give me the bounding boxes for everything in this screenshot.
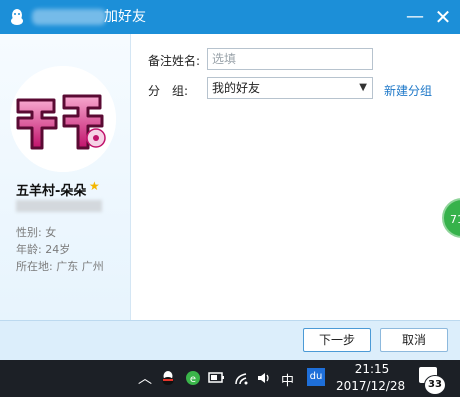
- new-group-link[interactable]: 新建分组: [384, 82, 432, 99]
- clock-date[interactable]: 2017/12/28: [336, 379, 405, 393]
- volume-icon[interactable]: [256, 370, 272, 386]
- side-badge[interactable]: 71: [442, 198, 460, 238]
- blurred-title-part: [32, 9, 106, 25]
- next-button[interactable]: 下一步: [303, 328, 371, 352]
- avatar-image: [10, 66, 116, 172]
- wifi-icon[interactable]: [234, 370, 250, 386]
- gender-info: 性别: 女: [16, 226, 57, 239]
- group-select[interactable]: 我的好友 ▼: [207, 77, 373, 99]
- group-select-value: 我的好友: [212, 81, 261, 95]
- taskbar: ︿ e 中 du 21:15 2017/12/28 33: [0, 360, 460, 397]
- chevron-up-icon[interactable]: ︿: [138, 368, 152, 388]
- notification-count: 33: [424, 375, 446, 395]
- battery-icon[interactable]: [208, 371, 226, 385]
- add-friend-dialog: 加好友 — ✕ 五羊村-朵朵 ★ 性别: 女 年龄: 24岁 所在地: 广东 广…: [0, 0, 460, 361]
- location-info: 所在地: 广东 广州: [16, 260, 104, 273]
- group-label: 分 组:: [148, 84, 189, 98]
- remark-input[interactable]: [207, 48, 373, 70]
- age-info: 年龄: 24岁: [16, 243, 71, 256]
- star-icon: ★: [89, 179, 100, 193]
- baidu-icon[interactable]: du: [307, 368, 325, 386]
- ime-indicator[interactable]: 中: [281, 370, 294, 389]
- titlebar[interactable]: 加好友 — ✕: [0, 0, 460, 34]
- qq-tray-icon[interactable]: [160, 370, 176, 386]
- green-app-icon[interactable]: e: [185, 370, 201, 386]
- close-button[interactable]: ✕: [430, 4, 456, 30]
- remark-label: 备注姓名:: [148, 54, 201, 68]
- minimize-button[interactable]: —: [402, 4, 428, 30]
- clock-time[interactable]: 21:15: [352, 362, 392, 376]
- avatar[interactable]: [10, 66, 116, 172]
- profile-panel: 五羊村-朵朵 ★ 性别: 女 年龄: 24岁 所在地: 广东 广州: [0, 34, 131, 320]
- cancel-button[interactable]: 取消: [380, 328, 448, 352]
- svg-text:e: e: [190, 374, 196, 385]
- dialog-footer: 下一步 取消: [0, 320, 460, 361]
- window-title: 加好友: [104, 9, 146, 25]
- blurred-account-id: [16, 200, 102, 212]
- qq-penguin-icon: [11, 9, 23, 25]
- dropdown-arrow-icon[interactable]: ▼: [359, 78, 367, 98]
- nickname: 五羊村-朵朵: [16, 184, 87, 199]
